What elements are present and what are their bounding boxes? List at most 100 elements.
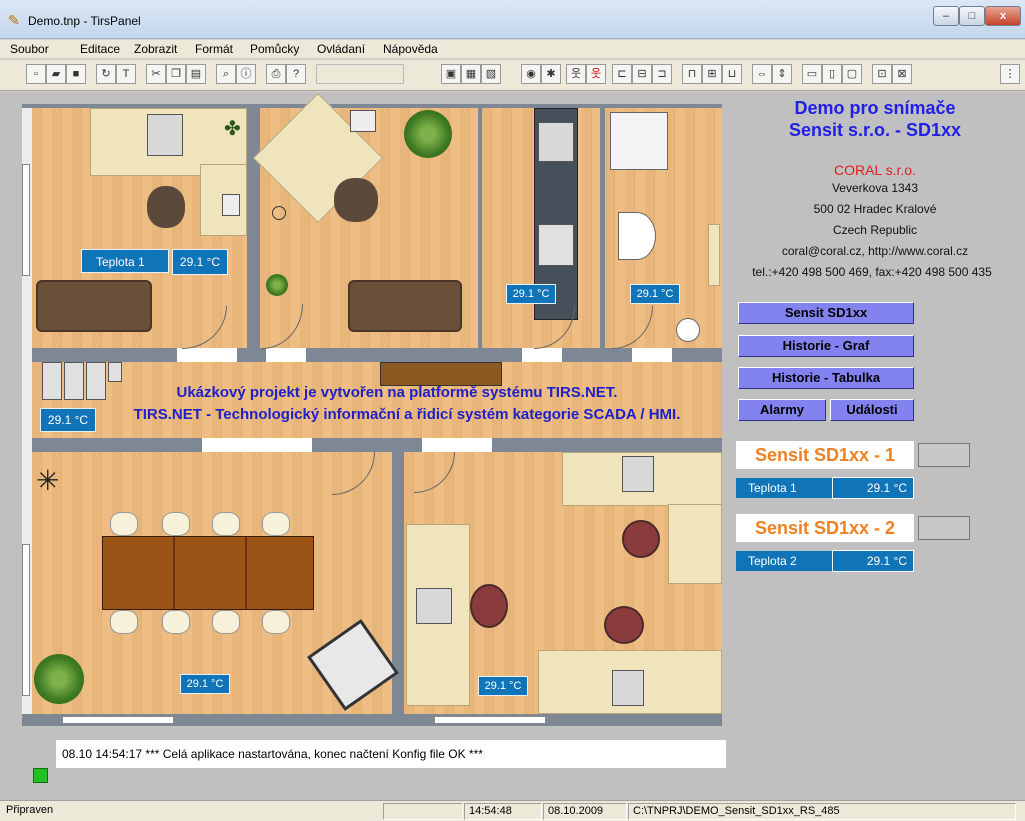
computer-icon: [612, 670, 644, 706]
layout-icon[interactable]: ▣: [441, 64, 461, 84]
menu-editace[interactable]: Editace: [80, 42, 120, 56]
panel-title-2: Sensit s.r.o. - SD1xx: [788, 120, 962, 140]
size-height-icon[interactable]: ▯: [822, 64, 842, 84]
office-chair: [334, 178, 378, 222]
events-button[interactable]: Události: [830, 399, 914, 421]
door-opening: [202, 438, 312, 452]
save-icon[interactable]: ■: [66, 64, 86, 84]
door-opening: [266, 348, 306, 362]
align-middle-icon[interactable]: ⊞: [702, 64, 722, 84]
door-opening: [422, 438, 492, 452]
alarms-button[interactable]: Alarmy: [738, 399, 826, 421]
gear-icon[interactable]: ✱: [541, 64, 561, 84]
banner-line-1: Ukázkový projekt je vytvořen na platform…: [176, 384, 618, 401]
sensor2-status-box: [918, 516, 970, 540]
menu-bar: Soubor Editace Zobrazit Formát Pomůcky O…: [0, 40, 1025, 58]
size-both-icon[interactable]: ▢: [842, 64, 862, 84]
align-center-icon[interactable]: ⊟: [632, 64, 652, 84]
compass-icon: ✳: [36, 465, 60, 496]
menu-zobrazit[interactable]: Zobrazit: [134, 42, 177, 56]
company-city: 500 02 Hradec Kralové: [813, 202, 937, 216]
zoom-icon[interactable]: ⌕: [216, 64, 236, 84]
stop-icon[interactable]: 웃: [586, 64, 606, 84]
panel-title-1: Demo pro snímače: [794, 98, 956, 118]
close-button[interactable]: x: [985, 6, 1021, 26]
window: [434, 716, 546, 724]
sensor1-title: Sensit SD1xx - 1: [736, 441, 914, 469]
chair: [262, 512, 290, 536]
shower-icon: [610, 112, 668, 170]
company-country: Czech Republic: [832, 223, 918, 237]
cabinet-icon: [108, 362, 122, 382]
wall: [32, 438, 722, 452]
align-bottom-icon[interactable]: ⊔: [722, 64, 742, 84]
menu-pomucky[interactable]: Pomůcky: [250, 42, 299, 56]
align-left-icon[interactable]: ⊏: [612, 64, 632, 84]
status-bar: Připraven 14:54:48 08.10.2009 C:\TNPRJ\D…: [0, 800, 1025, 821]
chair: [110, 610, 138, 634]
chair: [162, 610, 190, 634]
globe-icon[interactable]: ◉: [521, 64, 541, 84]
chair: [212, 610, 240, 634]
size-width-icon[interactable]: ▭: [802, 64, 822, 84]
grid-icon[interactable]: ▦: [461, 64, 481, 84]
chair: [110, 512, 138, 536]
maximize-button[interactable]: □: [959, 6, 985, 26]
history-table-button[interactable]: Historie - Tabulka: [738, 367, 914, 389]
office-chair: [147, 186, 185, 228]
office3-temp-value: 29.1 °C: [478, 676, 528, 696]
open-folder-icon[interactable]: ▰: [46, 64, 66, 84]
shelf: [708, 224, 720, 286]
menu-soubor[interactable]: Soubor: [10, 42, 49, 56]
refresh-icon[interactable]: ↻: [96, 64, 116, 84]
computer-icon: [622, 456, 654, 492]
print-icon[interactable]: ⎙: [266, 64, 286, 84]
cut-icon[interactable]: ✂: [146, 64, 166, 84]
menu-ovladani[interactable]: Ovládaní: [317, 42, 365, 56]
new-file-icon[interactable]: ▫: [26, 64, 46, 84]
toolbar: ▫ ▰ ■ ↻ T ✂ ❐ ▤ ⌕ ⓘ ⎙ ? ▣ ▦ ▧ ◉ ✱ 웃 웃 ⊏ …: [0, 60, 1025, 91]
toilet-icon: [618, 212, 656, 260]
menu-napoveda[interactable]: Nápověda: [383, 42, 438, 56]
status-path: C:\TNPRJ\DEMO_Sensit_SD1xx_RS_485: [628, 803, 1016, 820]
plant-icon: [404, 110, 452, 158]
chair: [162, 512, 190, 536]
sensit-button[interactable]: Sensit SD1xx: [738, 302, 914, 324]
space-horizontal-icon[interactable]: ⇔: [752, 64, 772, 84]
more-icon[interactable]: ⋮: [1000, 64, 1020, 84]
copy-icon[interactable]: ❐: [166, 64, 186, 84]
info-icon[interactable]: ⓘ: [236, 64, 256, 84]
group-icon[interactable]: ⊡: [872, 64, 892, 84]
desk: [668, 504, 722, 584]
menu-format[interactable]: Formát: [195, 42, 233, 56]
wall: [600, 108, 605, 348]
paste-icon[interactable]: ▤: [186, 64, 206, 84]
status-time: 14:54:48: [464, 803, 542, 820]
printer-icon: [350, 110, 376, 132]
computer-icon: [416, 588, 452, 624]
text-icon[interactable]: T: [116, 64, 136, 84]
align-right-icon[interactable]: ⊐: [652, 64, 672, 84]
floor-plan: ✤ Ukázkový projekt je vytvořen na platfo…: [22, 92, 722, 726]
space-vertical-icon[interactable]: ⇕: [772, 64, 792, 84]
wall: [478, 108, 482, 348]
sofa: [348, 280, 462, 332]
cabinet-icon: [42, 362, 62, 400]
conference-table: [102, 536, 314, 610]
room1-temp-value: 29.1 °C: [172, 249, 228, 275]
log-message: 08.10 14:54:17 *** Celá aplikace nastart…: [56, 740, 726, 768]
help-icon[interactable]: ?: [286, 64, 306, 84]
stove-icon: [538, 224, 574, 266]
run-icon[interactable]: 웃: [566, 64, 586, 84]
window: [22, 164, 30, 276]
align-top-icon[interactable]: ⊓: [682, 64, 702, 84]
window-title: Demo.tnp - TirsPanel: [28, 14, 141, 28]
door-opening: [522, 348, 562, 362]
history-graph-button[interactable]: Historie - Graf: [738, 335, 914, 357]
office-chair: [604, 606, 644, 644]
ungroup-icon[interactable]: ⊠: [892, 64, 912, 84]
hallway-temp-value: 29.1 °C: [40, 408, 96, 432]
minimize-button[interactable]: –: [933, 6, 959, 26]
image-icon[interactable]: ▧: [481, 64, 501, 84]
sensor2-value: 29.1 °C: [832, 550, 914, 572]
